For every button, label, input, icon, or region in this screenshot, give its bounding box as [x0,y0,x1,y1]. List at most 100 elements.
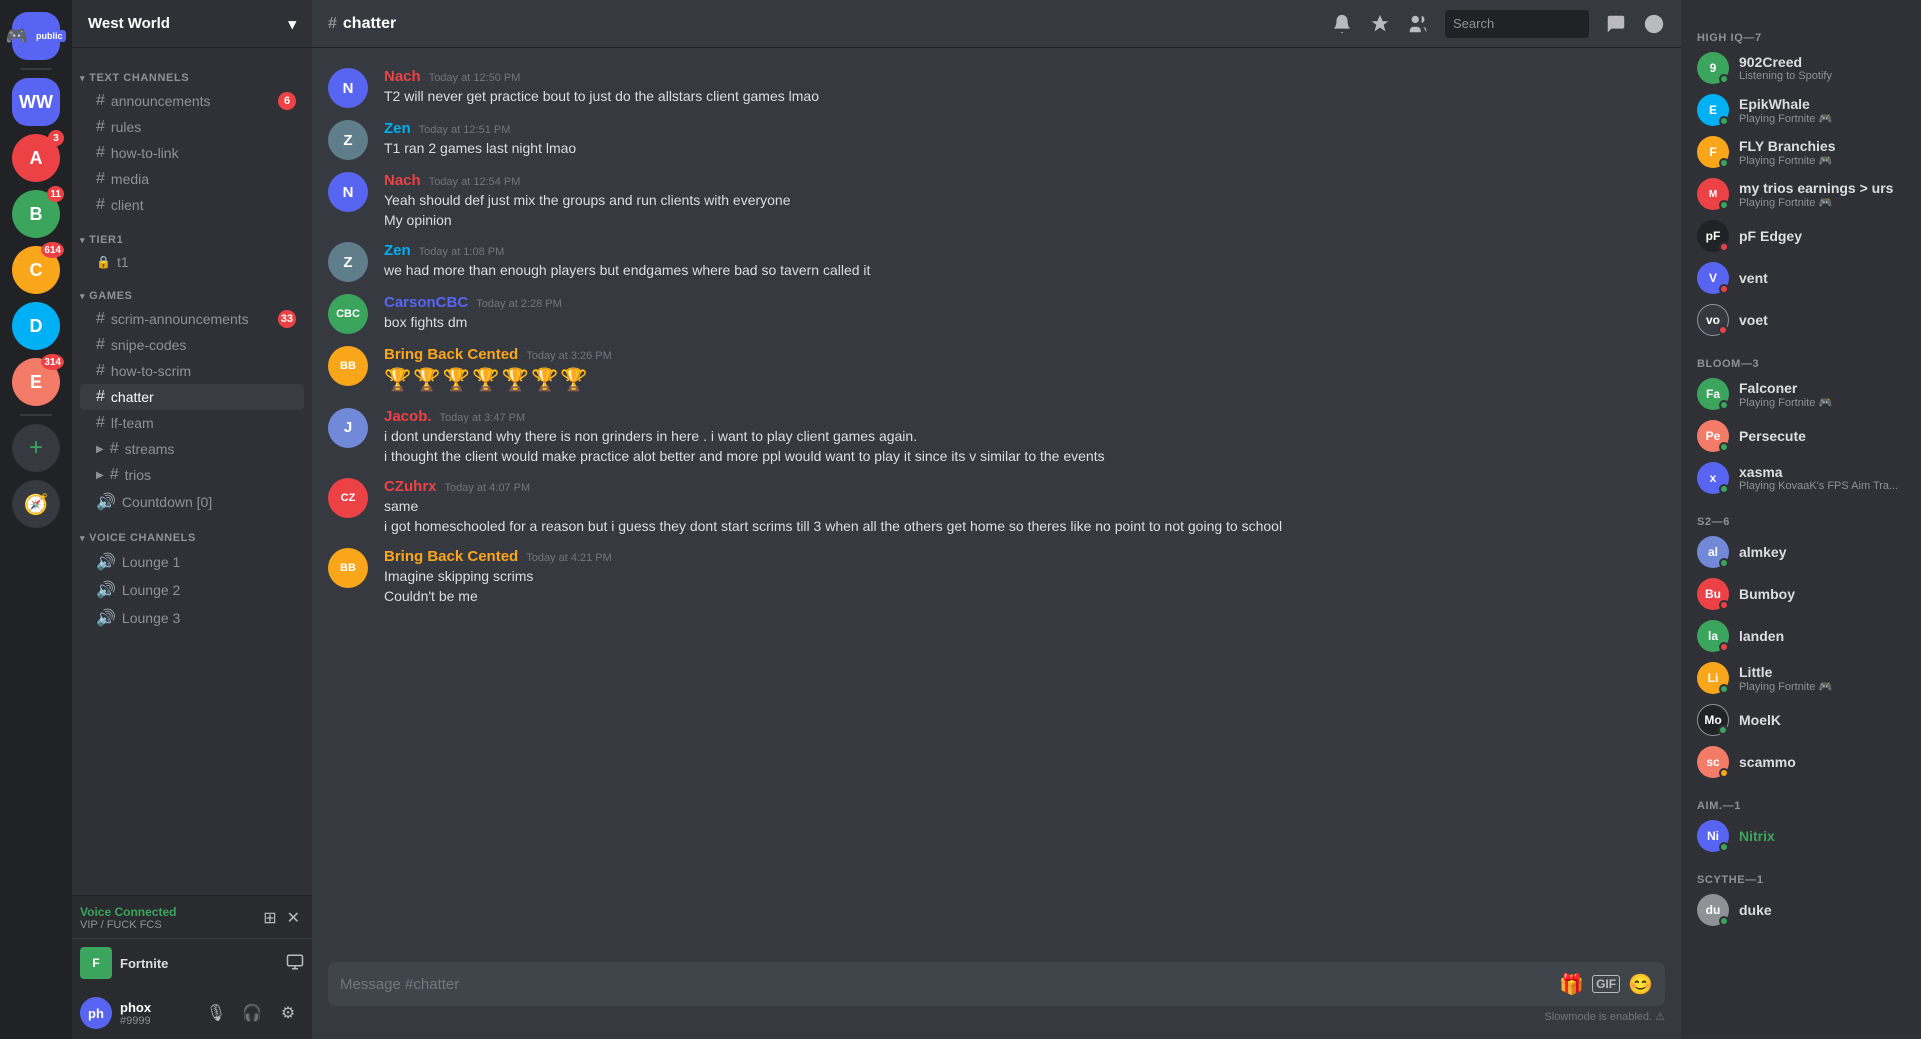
mute-button[interactable]: 🎙 [200,997,232,1029]
channel-name: Lounge 1 [122,554,180,570]
member-item-902creed[interactable]: 9 902Creed Listening to Spotify [1689,48,1913,88]
channel-item-lf-team[interactable]: # lf-team [80,410,304,436]
channel-item-lounge1[interactable]: 🔊 Lounge 1 [80,548,304,576]
dropdown-icon: ▾ [288,15,296,33]
channel-item-trios[interactable]: ▶ # trios [80,462,304,488]
voice-icon: 🔊 [96,552,116,572]
messages-area[interactable]: N Nach Today at 12:50 PM T2 will never g… [312,48,1681,962]
server-name: West World [88,15,170,32]
voice-settings-button[interactable]: ⊞ [259,904,280,932]
message-author: Nach [384,68,421,85]
member-item-persecute[interactable]: Pe Persecute [1689,416,1913,456]
member-item-xasma[interactable]: x xasma Playing KovaaK's FPS Aim Tra... [1689,458,1913,498]
channel-item-media[interactable]: # media [80,166,304,192]
message-group: BB Bring Back Cented Today at 4:21 PM Im… [312,544,1681,610]
members-icon[interactable] [1407,13,1429,35]
member-item-nitrix[interactable]: Ni Nitrix [1689,816,1913,856]
deafen-button[interactable]: 🎧 [236,997,268,1029]
member-item-epikwhale[interactable]: E EpikWhale Playing Fortnite 🎮 [1689,90,1913,130]
channel-item-countdown[interactable]: 🔊 Countdown [0] [80,488,304,516]
explore-servers-icon[interactable]: 🧭 [12,480,60,528]
server-icon-5[interactable]: E 314 [12,358,60,406]
member-avatar: F [1697,136,1729,168]
add-server-button[interactable]: + [12,424,60,472]
message-text-2: i thought the client would make practice… [384,447,1665,467]
member-item-vent[interactable]: V vent [1689,258,1913,298]
message-text: i dont understand why there is non grind… [384,427,1665,447]
emoji-button[interactable]: 😊 [1628,972,1653,997]
category-games[interactable]: ▾ GAMES [72,274,312,306]
message-header: CZuhrx Today at 4:07 PM [384,478,1665,495]
search-input[interactable] [1453,16,1629,31]
channel-item-how-to-link[interactable]: # how-to-link [80,140,304,166]
channel-header-name: chatter [343,15,396,33]
category-tier1[interactable]: ▾ TIER1 [72,218,312,250]
help-icon[interactable] [1643,13,1665,35]
status-dot [1719,200,1729,210]
member-item-voet[interactable]: vo voet [1689,300,1913,340]
channel-item-t1[interactable]: 🔒 t1 [80,250,304,274]
voice-disconnect-button[interactable]: ✕ [283,904,304,932]
hash-icon: # [96,362,105,380]
gift-button[interactable]: 🎁 [1559,972,1584,997]
hash-icon: # [96,196,105,214]
channel-name: how-to-scrim [111,363,191,379]
channel-item-rules[interactable]: # rules [80,114,304,140]
channel-item-lounge2[interactable]: 🔊 Lounge 2 [80,576,304,604]
member-info: FLY Branchies Playing Fortnite 🎮 [1739,138,1905,167]
user-settings-button[interactable]: ⚙ [272,997,304,1029]
member-item-scammo[interactable]: sc scammo [1689,742,1913,782]
member-info: scammo [1739,754,1905,770]
message-input[interactable] [340,966,1559,1003]
bell-icon[interactable] [1331,13,1353,35]
username: phox [120,1000,192,1015]
member-item-my-trios[interactable]: M my trios earnings > urs Playing Fortni… [1689,174,1913,214]
member-info: Little Playing Fortnite 🎮 [1739,664,1905,693]
channel-item-lounge3[interactable]: 🔊 Lounge 3 [80,604,304,632]
category-voice[interactable]: ▾ VOICE CHANNELS [72,516,312,548]
server-icon-2[interactable]: B 11 [12,190,60,238]
server-icon-4[interactable]: D [12,302,60,350]
member-info: duke [1739,902,1905,918]
channel-item-announcements[interactable]: # announcements 6 [80,88,304,114]
pin-icon[interactable] [1369,13,1391,35]
channel-item-client[interactable]: # client [80,192,304,218]
stream-button[interactable] [286,953,304,974]
member-avatar: Ni [1697,820,1729,852]
avatar: CBC [328,294,368,334]
channel-item-scrim-announcements[interactable]: # scrim-announcements 33 [80,306,304,332]
message-text: Yeah should def just mix the groups and … [384,191,1665,211]
server-icon-ww[interactable]: WW [12,78,60,126]
message-content: CarsonCBC Today at 2:28 PM box fights dm [384,294,1665,333]
avatar: J [328,408,368,448]
member-item-duke[interactable]: du duke [1689,890,1913,930]
member-item-almkey[interactable]: al almkey [1689,532,1913,572]
server-header[interactable]: West World ▾ [72,0,312,48]
channel-item-chatter[interactable]: # chatter [80,384,304,410]
channel-item-how-to-scrim[interactable]: # how-to-scrim [80,358,304,384]
member-avatar: Bu [1697,578,1729,610]
inbox-icon[interactable] [1605,13,1627,35]
channel-name: client [111,197,144,213]
category-text-channels[interactable]: ▾ TEXT CHANNELS [72,56,312,88]
member-item-landen[interactable]: la landen [1689,616,1913,656]
category-label: TIER1 [89,234,123,246]
avatar: Z [328,120,368,160]
member-item-bumboy[interactable]: Bu Bumboy [1689,574,1913,614]
channel-item-snipe-codes[interactable]: # snipe-codes [80,332,304,358]
server-icon-3[interactable]: C 614 [12,246,60,294]
member-item-pf-edgey[interactable]: pF pF Edgey [1689,216,1913,256]
member-item-little[interactable]: Li Little Playing Fortnite 🎮 [1689,658,1913,698]
member-item-falconer[interactable]: Fa Falconer Playing Fortnite 🎮 [1689,374,1913,414]
avatar: BB [328,346,368,386]
home-server-icon[interactable]: 🎮 public [12,12,60,60]
user-avatar: ph [80,997,112,1029]
member-item-moelk[interactable]: Mo MoelK [1689,700,1913,740]
member-item-fly-branchies[interactable]: F FLY Branchies Playing Fortnite 🎮 [1689,132,1913,172]
server-icon-1[interactable]: A 3 [12,134,60,182]
avatar-text: ph [88,1006,104,1021]
message-text: 🏆🏆🏆🏆🏆🏆🏆 [384,365,1665,396]
channel-item-streams[interactable]: ▶ # streams [80,436,304,462]
gif-button[interactable]: GIF [1592,975,1620,993]
search-box[interactable] [1445,10,1589,38]
